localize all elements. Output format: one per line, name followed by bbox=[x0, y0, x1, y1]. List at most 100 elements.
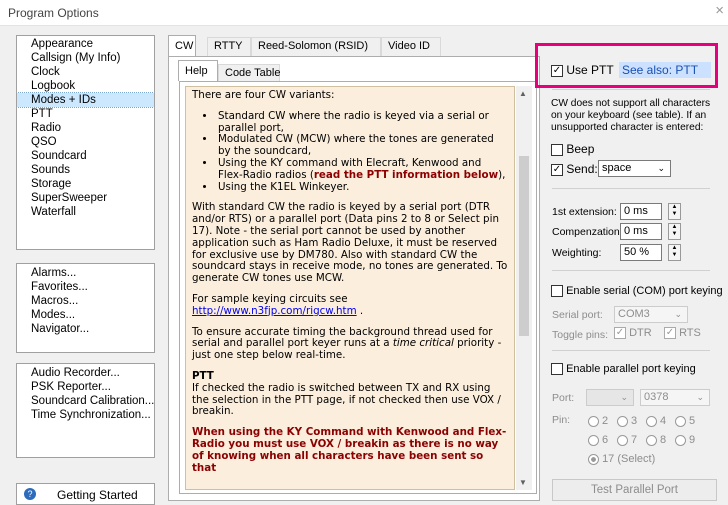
cw-variant-list: Standard CW where the radio is keyed via… bbox=[216, 110, 508, 194]
tab-rtty[interactable]: RTTY bbox=[207, 37, 251, 56]
checkbox-icon bbox=[551, 285, 563, 298]
dtr-checkbox[interactable]: ✓ DTR bbox=[614, 327, 652, 340]
help-text-span: . bbox=[356, 304, 364, 317]
first-extension-spinner[interactable]: ▲ ▼ bbox=[668, 203, 681, 220]
pin-label: 5 bbox=[689, 415, 696, 427]
port-dropdown-left[interactable]: ⌄ bbox=[586, 389, 634, 406]
nav-item[interactable]: Logbook bbox=[17, 79, 154, 93]
nav-item[interactable]: Radio bbox=[17, 121, 154, 135]
settings-nav-list[interactable]: Appearance Callsign (My Info) Clock Logbook… bbox=[16, 35, 155, 250]
nav-item[interactable]: Appearance bbox=[17, 37, 154, 51]
pin-radio-8[interactable]: 8 bbox=[646, 431, 675, 450]
scroll-down-icon[interactable]: ▼ bbox=[519, 478, 527, 487]
tab-rsid[interactable]: Reed-Solomon (RSID) bbox=[251, 37, 381, 56]
nav-item[interactable]: Modes... bbox=[17, 308, 154, 322]
chevron-down-icon: ⌄ bbox=[620, 392, 628, 402]
unsupported-char-note: CW does not support all characters on yo… bbox=[551, 98, 711, 133]
radio-icon bbox=[675, 415, 686, 427]
nav-item[interactable]: Modes + IDs bbox=[17, 92, 154, 108]
pin-radio-4[interactable]: 4 bbox=[646, 412, 675, 431]
nav-item[interactable]: Sounds bbox=[17, 163, 154, 177]
pin-label: 6 bbox=[602, 434, 609, 446]
help-intro: There are four CW variants: bbox=[192, 89, 335, 101]
see-also-ptt-link[interactable]: See also: PTT bbox=[619, 62, 711, 78]
nav-item[interactable]: Favorites... bbox=[17, 280, 154, 294]
help-italic: time critical bbox=[392, 337, 454, 350]
help-paragraph: With standard CW the radio is keyed by a… bbox=[192, 201, 508, 285]
info-icon: ? bbox=[24, 488, 36, 500]
getting-started-button[interactable]: ? Getting Started bbox=[16, 483, 155, 505]
weighting-input[interactable]: 50 % bbox=[620, 244, 662, 261]
nav-item[interactable]: Waterfall bbox=[17, 205, 154, 219]
send-select[interactable]: space ⌄ bbox=[598, 160, 671, 177]
checkbox-checked-icon: ✓ bbox=[664, 327, 676, 340]
tab-help[interactable]: Help bbox=[178, 60, 218, 81]
parallel-keying-checkbox[interactable]: Enable parallel port keying bbox=[551, 363, 696, 376]
pin-radio-6[interactable]: 6 bbox=[588, 431, 617, 450]
pin-radio-7[interactable]: 7 bbox=[617, 431, 646, 450]
first-extension-label: 1st extension: bbox=[552, 206, 617, 218]
help-panel: There are four CW variants: Standard CW … bbox=[179, 81, 537, 494]
parallel-keying-label: Enable parallel port keying bbox=[566, 363, 696, 375]
pin-label: Pin: bbox=[552, 414, 571, 426]
checkbox-checked-icon: ✓ bbox=[551, 64, 563, 77]
pin-label: 4 bbox=[660, 415, 667, 427]
compensation-label: Compenzation: bbox=[552, 226, 623, 238]
scroll-up-icon[interactable]: ▲ bbox=[519, 89, 527, 98]
pin-label: 2 bbox=[602, 415, 609, 427]
send-checkbox[interactable]: ✓ Send: bbox=[551, 162, 598, 176]
list-item: Using the K1EL Winkeyer. bbox=[216, 181, 508, 194]
help-text-span: ), bbox=[498, 168, 506, 181]
tab-video-id[interactable]: Video ID bbox=[381, 37, 441, 56]
pin-radio-2[interactable]: 2 bbox=[588, 412, 617, 431]
nav-item[interactable]: QSO bbox=[17, 135, 154, 149]
nav-item[interactable]: Clock bbox=[17, 65, 154, 79]
serial-port-select[interactable]: COM3 ⌄ bbox=[614, 306, 688, 323]
radio-icon bbox=[646, 434, 657, 446]
beep-checkbox[interactable]: Beep bbox=[551, 142, 594, 156]
help-scrollbar[interactable]: ▲ ▼ bbox=[516, 86, 532, 490]
port-address-select[interactable]: 0378 ⌄ bbox=[640, 389, 710, 406]
compensation-input[interactable]: 0 ms bbox=[620, 223, 662, 240]
pin-label: 17 (Select) bbox=[602, 453, 656, 465]
pin-radio-5[interactable]: 5 bbox=[675, 412, 704, 431]
nav-item[interactable]: Soundcard Calibration... bbox=[17, 394, 154, 408]
weighting-spinner[interactable]: ▲ ▼ bbox=[668, 244, 681, 261]
radio-icon bbox=[646, 415, 657, 427]
nav-item[interactable]: PSK Reporter... bbox=[17, 380, 154, 394]
nav-item[interactable]: PTT bbox=[17, 107, 154, 121]
nav-item[interactable]: SuperSweeper bbox=[17, 191, 154, 205]
pin-radio-9[interactable]: 9 bbox=[675, 431, 704, 450]
nav-item[interactable]: Audio Recorder... bbox=[17, 366, 154, 380]
rts-checkbox[interactable]: ✓ RTS bbox=[664, 327, 701, 340]
tools-nav-list[interactable]: Alarms... Favorites... Macros... Modes... Na… bbox=[16, 263, 155, 353]
first-extension-input[interactable]: 0 ms bbox=[620, 203, 662, 220]
nav-item[interactable]: Time Synchronization... bbox=[17, 408, 154, 422]
nav-item[interactable]: Alarms... bbox=[17, 266, 154, 280]
close-icon[interactable]: × bbox=[715, 2, 724, 19]
test-parallel-port-button[interactable]: Test Parallel Port bbox=[552, 479, 717, 501]
use-ptt-checkbox[interactable]: ✓ Use PTT bbox=[551, 63, 614, 77]
scroll-thumb[interactable] bbox=[519, 156, 529, 336]
compensation-spinner[interactable]: ▲ ▼ bbox=[668, 223, 681, 240]
help-warning: When using the KY Command with Kenwood a… bbox=[192, 426, 507, 474]
keying-circuits-link[interactable]: http://www.n3fjp.com/rigcw.htm bbox=[192, 305, 357, 317]
pin-radio-3[interactable]: 3 bbox=[617, 412, 646, 431]
divider bbox=[552, 188, 710, 189]
list-item: Modulated CW (MCW) where the tones are g… bbox=[216, 134, 508, 158]
send-label: Send: bbox=[566, 162, 598, 176]
nav-item[interactable]: Navigator... bbox=[17, 322, 154, 336]
nav-item[interactable]: Storage bbox=[17, 177, 154, 191]
nav-item[interactable]: Callsign (My Info) bbox=[17, 51, 154, 65]
port-label: Port: bbox=[552, 392, 575, 404]
title-bar: Program Options × bbox=[0, 0, 728, 26]
nav-item[interactable]: Macros... bbox=[17, 294, 154, 308]
divider bbox=[552, 270, 710, 271]
serial-keying-checkbox[interactable]: Enable serial (COM) port keying bbox=[551, 285, 723, 298]
utilities-nav-list[interactable]: Audio Recorder... PSK Reporter... Soundcar… bbox=[16, 363, 155, 458]
tab-cw[interactable]: CW bbox=[168, 35, 196, 56]
help-paragraph: To ensure accurate timing the background… bbox=[192, 326, 508, 362]
help-text: There are four CW variants: Standard CW … bbox=[185, 86, 515, 490]
nav-item[interactable]: Soundcard bbox=[17, 149, 154, 163]
pin-radio-17[interactable]: 17 (Select) bbox=[588, 453, 655, 465]
